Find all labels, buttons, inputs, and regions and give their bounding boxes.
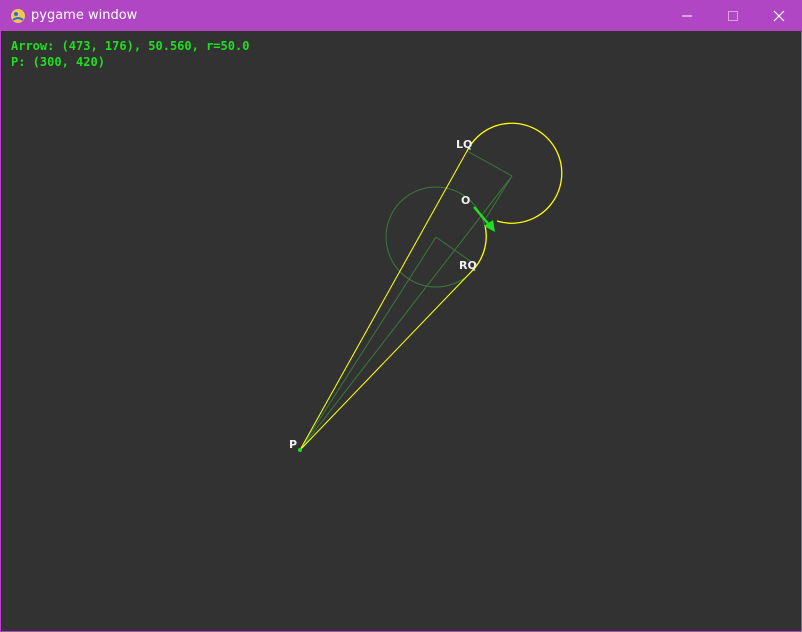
label-p: P xyxy=(289,438,297,451)
close-button[interactable] xyxy=(756,0,802,31)
maximize-icon xyxy=(728,10,738,21)
guide-line-mid xyxy=(299,236,437,451)
main-circle-arc xyxy=(466,122,563,224)
guide-line-center xyxy=(299,175,513,451)
pygame-snake-icon xyxy=(11,9,25,23)
game-canvas[interactable]: Arrow: (473, 176), 50.560, r=50.0 P: (30… xyxy=(1,31,801,631)
title-bar[interactable]: pygame window xyxy=(0,0,802,31)
guide-radius-lq xyxy=(466,150,513,177)
close-icon xyxy=(773,10,785,21)
label-rq: RQ xyxy=(459,259,477,272)
label-lq: LQ xyxy=(456,138,472,151)
pygame-window: pygame window Arrow: (473, 176), 50.560,… xyxy=(0,0,802,632)
window-title: pygame window xyxy=(31,8,138,23)
point-p-marker[interactable] xyxy=(298,448,302,452)
tangent-line-rq xyxy=(299,271,472,451)
guide-radius-o xyxy=(485,175,513,219)
maximize-button[interactable] xyxy=(710,0,756,31)
minimize-icon xyxy=(682,15,692,16)
geometry-scene: LQ O RQ P xyxy=(289,122,563,452)
label-o: O xyxy=(461,194,470,207)
minimize-button[interactable] xyxy=(664,0,710,31)
tangent-line-lq xyxy=(299,150,468,451)
